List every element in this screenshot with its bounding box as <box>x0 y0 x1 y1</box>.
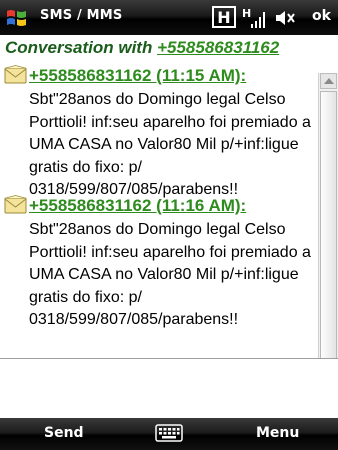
ok-button[interactable]: ok <box>312 8 331 24</box>
conversation-header: Conversation with +558586831162 <box>5 38 279 58</box>
conversation-contact-link[interactable]: +558586831162 <box>157 38 279 57</box>
message-body: Sbt"28anos do Domingo legal Celso Portti… <box>29 91 311 198</box>
compose-area <box>0 358 338 419</box>
message-item[interactable]: +558586831162 (11:15 AM): Sbt"28anos do … <box>4 65 318 202</box>
svg-text:H: H <box>242 7 251 20</box>
conversation-pane: Conversation with +558586831162 +5585868… <box>0 35 338 391</box>
message-sender[interactable]: +558586831162 (11:16 AM): <box>29 196 246 216</box>
message-sender[interactable]: +558586831162 (11:15 AM): <box>29 66 246 86</box>
scrollbar[interactable] <box>318 73 338 391</box>
compose-input[interactable] <box>2 361 336 413</box>
hsdpa-status-icon: H <box>212 6 236 28</box>
message-item[interactable]: +558586831162 (11:16 AM): Sbt"28anos do … <box>4 195 318 332</box>
keyboard-icon[interactable] <box>155 424 183 442</box>
menu-button[interactable]: Menu <box>256 425 299 441</box>
send-button[interactable]: Send <box>44 425 84 441</box>
envelope-icon <box>4 65 27 84</box>
signal-strength-icon[interactable]: H <box>242 6 268 30</box>
message-body: Sbt"28anos do Domingo legal Celso Portti… <box>29 221 311 328</box>
svg-text:H: H <box>217 8 230 27</box>
scroll-up-arrow-icon[interactable] <box>320 73 337 89</box>
softkey-bar: Send Menu <box>0 418 338 450</box>
speaker-muted-icon[interactable] <box>274 9 296 27</box>
scrollbar-thumb[interactable] <box>320 91 337 371</box>
title-bar: SMS / MMS H H ok <box>0 0 338 35</box>
envelope-icon <box>4 195 27 214</box>
app-title: SMS / MMS <box>40 8 123 23</box>
conversation-header-label: Conversation with <box>5 38 158 57</box>
windows-flag-icon[interactable] <box>5 6 29 30</box>
